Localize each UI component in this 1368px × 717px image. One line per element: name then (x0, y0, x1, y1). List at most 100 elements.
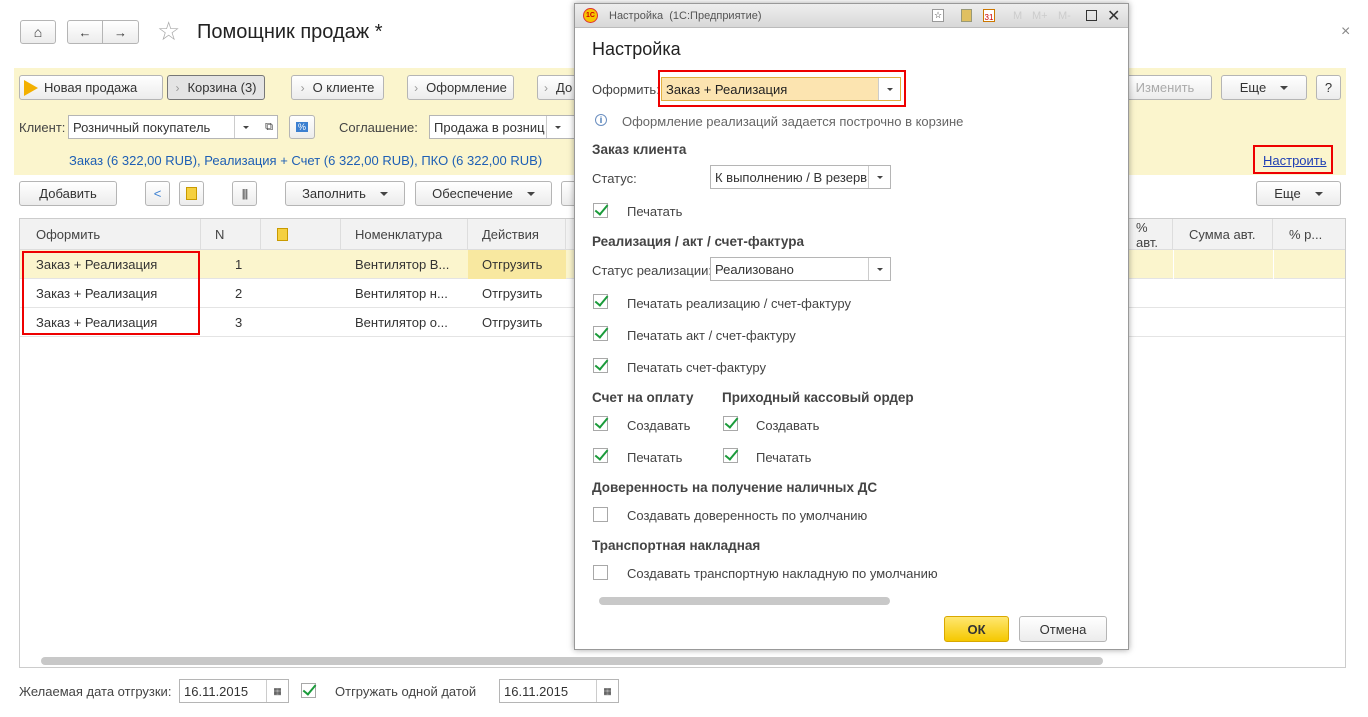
client-label: Клиент: (19, 120, 66, 135)
grid-line (1173, 250, 1174, 279)
barcode-icon: ||| (241, 187, 249, 200)
close-icon[interactable]: ✕ (1107, 6, 1120, 26)
sale-status-label: Статус реализации: (592, 263, 713, 278)
value: Продажа в розниц (434, 119, 545, 135)
cancel-button[interactable]: Отмена (1019, 616, 1107, 642)
col-actions[interactable]: Действия (468, 219, 566, 250)
folder-lock-icon (186, 187, 197, 200)
1c-logo-icon: 1C (583, 8, 598, 23)
value: Розничный покупатель (73, 119, 211, 135)
sale-section-title: Реализация / акт / счет-фактура (592, 234, 804, 249)
discount-button[interactable]: % (289, 115, 315, 139)
col-nomenclature[interactable]: Номенклатура (341, 219, 468, 250)
order-section-title: Заказ клиента (592, 142, 687, 157)
home-button[interactable]: ⌂ (20, 20, 56, 44)
horizontal-scrollbar[interactable] (41, 657, 1103, 665)
calculator-icon[interactable] (961, 9, 972, 22)
dialog-heading: Настройка (592, 39, 681, 59)
close-icon[interactable]: × (1341, 23, 1350, 41)
new-sale-button[interactable]: Новая продажа (19, 75, 163, 100)
client-field[interactable]: Розничный покупатель ⧉ (68, 115, 278, 139)
design-step-button[interactable]: › Оформление (407, 75, 514, 100)
fill-button[interactable]: Заполнить (285, 181, 405, 206)
summary-text: Заказ (6 322,00 RUB), Реализация + Счет … (69, 153, 543, 168)
memory-minus-button[interactable]: M- (1058, 10, 1071, 22)
transport-create-checkbox[interactable] (593, 565, 608, 580)
calendar-icon[interactable]: 31 (983, 9, 995, 22)
one-date-field[interactable]: 16.11.2015 ▦ (499, 679, 619, 703)
chevron-right-icon: › (300, 80, 305, 95)
proxy-section-title: Доверенность на получение наличных ДС (592, 480, 878, 495)
folder-lock-icon (277, 228, 288, 241)
bill-create-checkbox[interactable] (593, 416, 608, 431)
add-button[interactable]: Добавить (19, 181, 117, 206)
order-status-select[interactable]: К выполнению / В резерв (710, 165, 891, 189)
agreement-field[interactable]: Продажа в розниц (429, 115, 579, 139)
share-icon: < (153, 186, 162, 201)
dropdown-icon[interactable] (868, 258, 890, 280)
more-button[interactable]: Еще (1221, 75, 1307, 100)
dialog-titlebar: 1C Настройка (1С:Предприятие) ☆ 31 M M+ … (575, 4, 1128, 28)
favorite-star-icon[interactable]: ☆ (157, 16, 180, 47)
cell-nomenclature: Вентилятор о... (355, 315, 448, 330)
calendar-icon[interactable]: ▦ (596, 680, 618, 702)
info-icon: i (595, 114, 607, 126)
print-sale-checkbox[interactable] (593, 294, 608, 309)
cash-print-checkbox[interactable] (723, 448, 738, 463)
ok-button[interactable]: ОК (944, 616, 1009, 642)
col-pct-r[interactable]: % р... (1273, 219, 1347, 250)
provision-button[interactable]: Обеспечение (415, 181, 552, 206)
dialog-horizontal-scrollbar[interactable] (599, 597, 890, 605)
order-print-label: Печатать (627, 204, 683, 219)
cell-actions[interactable]: Отгрузить (468, 279, 566, 308)
label: ОК (967, 621, 986, 637)
next-step-button[interactable]: › До (537, 75, 577, 100)
agreement-label: Соглашение: (339, 120, 418, 135)
favorites-icon[interactable]: ☆ (932, 9, 944, 22)
col-design[interactable]: Оформить (20, 219, 201, 250)
proxy-create-checkbox[interactable] (593, 507, 608, 522)
order-print-checkbox[interactable] (593, 203, 608, 218)
forward-button[interactable]: → (102, 20, 139, 44)
chevron-right-icon: › (175, 80, 180, 95)
label: Добавить (39, 186, 97, 201)
dropdown-icon[interactable] (546, 116, 568, 138)
cell-n: 3 (235, 315, 243, 330)
one-date-label: Отгружать одной датой (335, 684, 477, 699)
col-sum-auto[interactable]: Сумма авт. (1173, 219, 1273, 250)
table-more-button[interactable]: Еще (1256, 181, 1341, 206)
play-icon (24, 79, 38, 96)
col-reserve[interactable] (261, 219, 341, 250)
print-invoice-checkbox[interactable] (593, 358, 608, 373)
cash-create-label: Создавать (756, 418, 820, 433)
share-button[interactable]: < (145, 181, 170, 206)
memory-plus-button[interactable]: M+ (1032, 10, 1048, 22)
sale-status-select[interactable]: Реализовано (710, 257, 891, 281)
col-n[interactable]: N (201, 219, 261, 250)
maximize-icon[interactable] (1086, 10, 1097, 21)
edit-button[interactable]: Изменить (1118, 75, 1212, 100)
calendar-icon[interactable]: ▦ (266, 680, 288, 702)
client-step-button[interactable]: › О клиенте (291, 75, 384, 100)
cart-step-button[interactable]: › Корзина (3) (167, 75, 265, 100)
cell-n: 1 (235, 257, 243, 272)
dropdown-icon[interactable] (868, 166, 890, 188)
one-date-checkbox[interactable] (301, 683, 316, 698)
print-act-checkbox[interactable] (593, 326, 608, 341)
cash-create-checkbox[interactable] (723, 416, 738, 431)
chevron-right-icon: › (414, 80, 419, 95)
proxy-create-label: Создавать доверенность по умолчанию (627, 508, 868, 523)
memory-m-button[interactable]: M (1013, 10, 1022, 22)
bill-print-checkbox[interactable] (593, 448, 608, 463)
desired-date-field[interactable]: 16.11.2015 ▦ (179, 679, 289, 703)
open-icon[interactable]: ⧉ (265, 121, 273, 134)
page-title: Помощник продаж * (197, 21, 383, 43)
reserve-button[interactable] (179, 181, 204, 206)
barcode-search-button[interactable]: ||| (232, 181, 257, 206)
cell-actions[interactable]: Отгрузить (468, 250, 566, 279)
help-button[interactable]: ? (1316, 75, 1341, 100)
back-button[interactable]: ← (67, 20, 103, 44)
cell-n: 2 (235, 286, 243, 301)
dropdown-icon[interactable] (234, 116, 256, 138)
cell-actions[interactable]: Отгрузить (468, 308, 566, 337)
